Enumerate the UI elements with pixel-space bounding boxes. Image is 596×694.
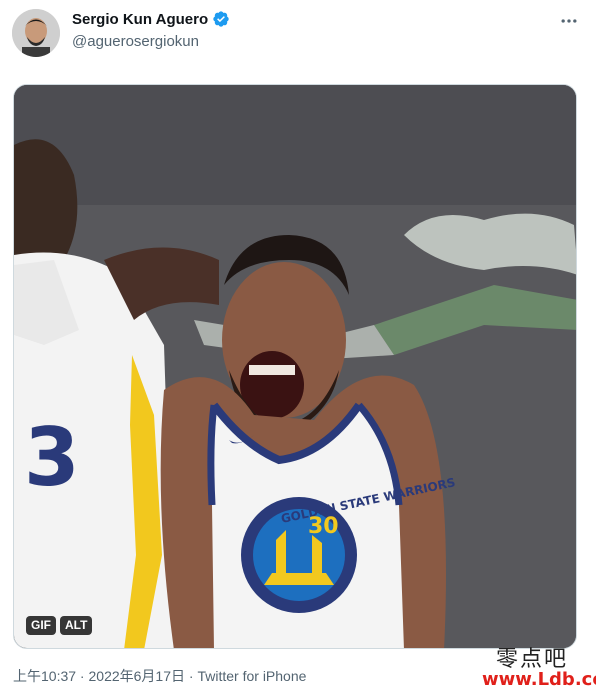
tweet-source[interactable]: Twitter for iPhone	[197, 668, 306, 684]
teammate-jersey-number: 3	[24, 411, 80, 504]
tweet[interactable]: Sergio Kun Aguero @aguerosergiokun 3 GOL…	[0, 0, 596, 694]
site-watermark: 零点吧 www.Ldb.cc	[482, 641, 596, 691]
media-badges: GIF ALT	[26, 616, 93, 635]
gif-frame-image: 3 GOLDEN STATE WARRIORS 30	[14, 85, 576, 648]
tweet-metadata: 上午10:37 · 2022年6月17日 · Twitter for iPhon…	[13, 666, 306, 686]
tweet-time[interactable]: 上午10:37	[13, 668, 76, 684]
author-display-name[interactable]: Sergio Kun Aguero	[72, 11, 208, 28]
avatar-image	[12, 9, 60, 57]
avatar[interactable]	[12, 9, 60, 57]
meta-separator-2: ·	[185, 668, 198, 684]
jersey-number: 30	[308, 514, 339, 539]
verified-badge-icon	[212, 10, 230, 28]
alt-text-badge[interactable]: ALT	[60, 616, 93, 635]
tweet-date[interactable]: 2022年6月17日	[89, 668, 186, 684]
meta-separator: ·	[76, 668, 89, 684]
more-options-button[interactable]	[556, 10, 582, 32]
gif-badge: GIF	[26, 616, 56, 635]
author-name-row[interactable]: Sergio Kun Aguero	[72, 10, 230, 28]
more-horizontal-icon	[561, 19, 577, 23]
tweet-media-gif[interactable]: 3 GOLDEN STATE WARRIORS 30 GIF ALT	[13, 84, 577, 649]
watermark-url: www.Ldb.cc	[482, 669, 596, 690]
author-handle[interactable]: @aguerosergiokun	[72, 33, 199, 50]
